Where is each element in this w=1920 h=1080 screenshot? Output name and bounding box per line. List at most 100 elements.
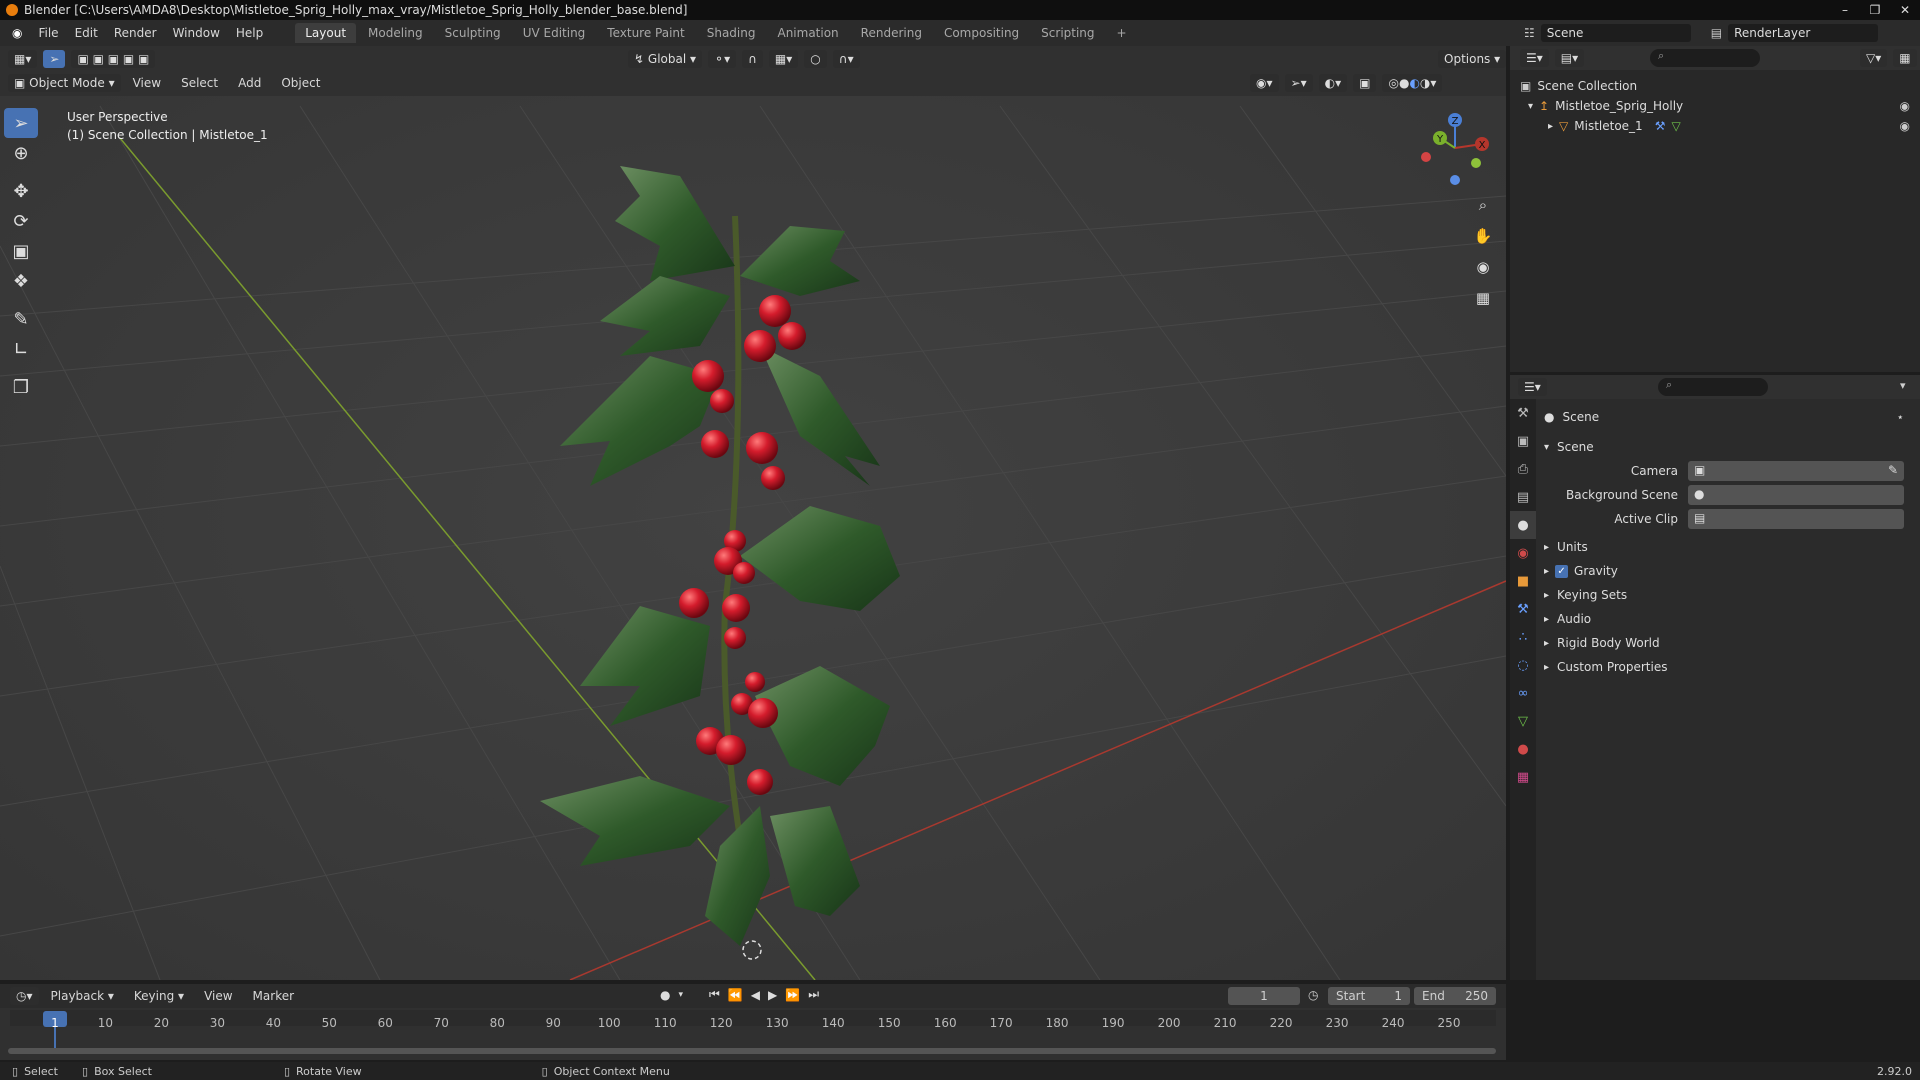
filter-dropdown[interactable]: ▽ ▾: [1860, 49, 1888, 67]
select-tool-button[interactable]: ➢: [43, 50, 66, 68]
transform-tool[interactable]: ❖: [4, 266, 38, 296]
timeline-menu-view[interactable]: View: [196, 989, 240, 1003]
outliner-row-scene-collection[interactable]: ▣ Scene Collection: [1520, 76, 1916, 96]
scale-tool[interactable]: ▣: [4, 236, 38, 266]
select-box-tool[interactable]: ➢: [4, 108, 38, 138]
visibility-eye-icon[interactable]: ◉: [1900, 99, 1910, 113]
units-panel[interactable]: ▸ Units: [1544, 535, 1914, 559]
play-icon[interactable]: ▶: [768, 988, 777, 1002]
restore-icon[interactable]: ❐: [1860, 0, 1890, 20]
solid-shading-icon[interactable]: ●: [1399, 76, 1409, 90]
mode-dropdown[interactable]: ▣ Object Mode ▾: [8, 74, 121, 92]
tab-modeling[interactable]: Modeling: [358, 23, 433, 43]
selection-mode-buttons[interactable]: ▣ ▣ ▣ ▣ ▣: [71, 50, 156, 68]
active-clip-field[interactable]: ▤: [1688, 509, 1904, 529]
play-reverse-icon[interactable]: ◀: [751, 988, 760, 1002]
menu-help[interactable]: Help: [228, 26, 271, 40]
timeline-editor-type[interactable]: ◷ ▾: [10, 987, 39, 1005]
proportional-edit-toggle[interactable]: ○: [804, 50, 827, 68]
data-tab-icon[interactable]: ▽: [1510, 707, 1536, 735]
rotate-tool[interactable]: ⟳: [4, 206, 38, 236]
cursor-tool[interactable]: ⊕: [4, 138, 38, 168]
blender-menu-icon[interactable]: ◉: [4, 26, 30, 40]
gizmo-neg-x[interactable]: [1421, 152, 1431, 162]
particles-tab-icon[interactable]: ∴: [1510, 623, 1536, 651]
outliner-row-collection[interactable]: ▾ ↥ Mistletoe_Sprig_Holly ◉: [1520, 96, 1916, 116]
custom-properties-panel[interactable]: ▸ Custom Properties: [1544, 655, 1914, 679]
constraints-tab-icon[interactable]: ∞: [1510, 679, 1536, 707]
gravity-checkbox[interactable]: ✓: [1555, 564, 1569, 578]
camera-view-icon[interactable]: ◉: [1470, 254, 1496, 280]
wireframe-shading-icon[interactable]: ◎: [1388, 76, 1398, 90]
new-collection-button[interactable]: ▦: [1893, 49, 1917, 67]
tab-texture-paint[interactable]: Texture Paint: [597, 23, 694, 43]
menu-render[interactable]: Render: [106, 26, 165, 40]
pivot-dropdown[interactable]: ⚬ ▾: [708, 50, 737, 68]
close-icon[interactable]: ✕: [1890, 0, 1920, 20]
render-layer-icon[interactable]: ▤: [1711, 26, 1722, 40]
menu-window[interactable]: Window: [165, 26, 228, 40]
pan-hand-icon[interactable]: ✋: [1470, 223, 1496, 249]
viewport-menu-view[interactable]: View: [125, 76, 169, 90]
viewport-menu-object[interactable]: Object: [273, 76, 328, 90]
display-mode-dropdown[interactable]: ▤ ▾: [1554, 49, 1585, 67]
properties-search-input[interactable]: ⌕: [1658, 378, 1768, 396]
gizmo-neg-y[interactable]: [1471, 158, 1481, 168]
background-scene-field[interactable]: ●: [1688, 485, 1904, 505]
options-dropdown[interactable]: Options ▾: [1438, 50, 1507, 68]
texture-tab-icon[interactable]: ▦: [1510, 763, 1536, 791]
menu-file[interactable]: File: [30, 26, 66, 40]
preview-range-icon[interactable]: ◷: [1308, 988, 1318, 1002]
pin-icon[interactable]: ⋆: [1896, 410, 1904, 424]
view-layer-tab-icon[interactable]: ▤: [1510, 483, 1536, 511]
scene-icon[interactable]: ☷: [1524, 26, 1535, 40]
move-tool[interactable]: ✥: [4, 176, 38, 206]
falloff-dropdown[interactable]: ∩ ▾: [832, 50, 860, 68]
outliner-row-object[interactable]: ▸ ▽ Mistletoe_1 ⚒ ▽ ◉: [1520, 116, 1916, 136]
snap-dropdown[interactable]: ▦ ▾: [768, 50, 799, 68]
visibility-eye-icon[interactable]: ◉: [1900, 119, 1910, 133]
properties-options-icon[interactable]: ▾: [1900, 379, 1906, 392]
material-tab-icon[interactable]: ●: [1510, 735, 1536, 763]
current-frame-field[interactable]: 1: [1228, 987, 1300, 1005]
material-shading-icon[interactable]: ◐: [1409, 76, 1419, 90]
record-icon[interactable]: ●: [660, 988, 670, 1002]
tab-animation[interactable]: Animation: [767, 23, 848, 43]
3d-viewport[interactable]: [0, 46, 1506, 980]
scene-panel-header[interactable]: ▾ Scene: [1544, 435, 1914, 459]
tab-uv-editing[interactable]: UV Editing: [513, 23, 596, 43]
tab-sculpting[interactable]: Sculpting: [435, 23, 511, 43]
add-cube-tool[interactable]: ❐: [4, 372, 38, 402]
camera-field[interactable]: ▣ ✎: [1688, 461, 1904, 481]
gizmo-toggle[interactable]: ➢ ▾: [1284, 74, 1313, 92]
render-tab-icon[interactable]: ▣: [1510, 427, 1536, 455]
area-divider[interactable]: [1506, 984, 1510, 1062]
tab-layout[interactable]: Layout: [295, 23, 357, 43]
jump-end-icon[interactable]: ⏭: [808, 987, 819, 1002]
tab-shading[interactable]: Shading: [697, 23, 766, 43]
overlay-toggle[interactable]: ◐ ▾: [1318, 74, 1348, 92]
viewport-menu-add[interactable]: Add: [230, 76, 269, 90]
menu-edit[interactable]: Edit: [67, 26, 106, 40]
tool-tab-icon[interactable]: ⚒: [1510, 399, 1536, 427]
tab-compositing[interactable]: Compositing: [934, 23, 1029, 43]
scene-selector[interactable]: Scene: [1540, 24, 1691, 42]
zoom-icon[interactable]: ⌕: [1470, 192, 1496, 218]
properties-editor-type[interactable]: ☰ ▾: [1518, 378, 1547, 396]
tab-scripting[interactable]: Scripting: [1031, 23, 1104, 43]
editor-type-dropdown[interactable]: ▦ ▾: [8, 50, 38, 68]
add-workspace-icon[interactable]: +: [1107, 23, 1137, 43]
minimize-icon[interactable]: –: [1830, 0, 1860, 20]
outliner-editor-type[interactable]: ☰ ▾: [1520, 49, 1549, 67]
xray-toggle[interactable]: ▣: [1353, 74, 1377, 92]
next-keyframe-icon[interactable]: ⏩: [785, 988, 800, 1002]
measure-tool[interactable]: ∟: [4, 334, 38, 364]
rigid-body-world-panel[interactable]: ▸ Rigid Body World: [1544, 631, 1914, 655]
audio-panel[interactable]: ▸ Audio: [1544, 607, 1914, 631]
mesh-data-icon[interactable]: ▽: [1671, 119, 1680, 133]
annotate-tool[interactable]: ✎: [4, 304, 38, 334]
keying-sets-panel[interactable]: ▸ Keying Sets: [1544, 583, 1914, 607]
prev-keyframe-icon[interactable]: ⏪: [728, 988, 743, 1002]
shading-modes[interactable]: ◎ ● ◐ ◑ ▾: [1382, 74, 1443, 92]
snap-toggle[interactable]: ∩: [742, 50, 763, 68]
